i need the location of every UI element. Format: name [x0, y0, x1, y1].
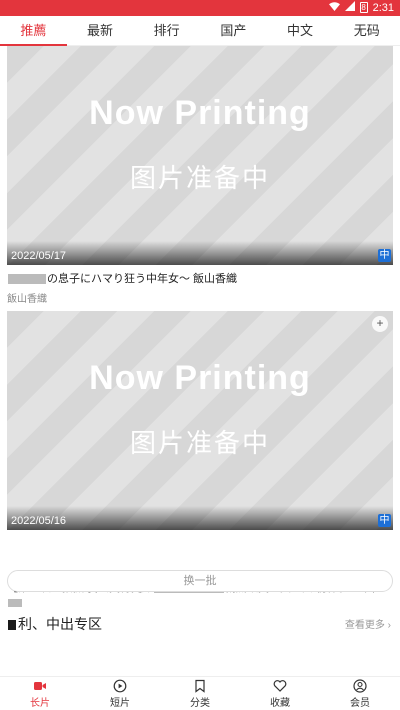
tab-recommended[interactable]: 推薦: [0, 16, 67, 46]
censored-text: [8, 620, 16, 631]
view-more-link[interactable]: 查看更多 ›: [345, 616, 391, 631]
video-thumbnail[interactable]: Now Printing 图片准备中 2022/05/17 中: [7, 46, 393, 265]
video-camera-icon: [34, 681, 46, 690]
censored-text: [8, 274, 46, 285]
nav-label: 分类: [190, 697, 210, 709]
status-time: 2:31: [372, 1, 394, 14]
category-tabs: 推薦 最新 排行 国产 中文 无码: [0, 16, 400, 46]
nav-label: 短片: [110, 697, 130, 709]
heart-icon: [273, 679, 287, 692]
nav-categories[interactable]: 分类: [160, 677, 240, 710]
play-circle-icon: [113, 679, 127, 692]
tab-chinese[interactable]: 中文: [267, 16, 334, 45]
placeholder-title: Now Printing: [89, 94, 311, 132]
tab-ranking[interactable]: 排行: [133, 16, 200, 45]
placeholder-subtitle: 图片准备中: [129, 163, 270, 193]
nav-short-videos[interactable]: 短片: [80, 677, 160, 710]
chinese-subtitle-badge: 中: [378, 249, 391, 262]
nav-membership[interactable]: 会员: [320, 677, 400, 710]
user-icon: [353, 678, 367, 693]
video-thumbnail[interactable]: + Now Printing 图片准备中 2022/05/16 中: [7, 311, 393, 530]
bottom-nav: 长片 短片 分类 收藏 会员: [0, 676, 400, 710]
nav-label: 会员: [350, 697, 370, 709]
censored-text: [8, 599, 22, 607]
placeholder-subtitle: 图片准备中: [129, 428, 270, 458]
video-date: 2022/05/17: [11, 250, 67, 262]
status-bar: 8 2:31: [0, 0, 400, 16]
video-date: 2022/05/16: [11, 515, 67, 527]
video-title[interactable]: の息子にハマり狂う中年女〜 飯山香織: [7, 270, 393, 286]
nav-long-videos[interactable]: 长片: [0, 677, 80, 710]
chinese-subtitle-badge: 中: [378, 514, 391, 527]
section-title: 利、中出专区: [8, 614, 102, 634]
tab-domestic[interactable]: 国产: [200, 16, 267, 45]
wifi-icon: [328, 1, 340, 14]
battery-icon: 8: [359, 2, 368, 13]
signal-icon: [344, 1, 355, 14]
video-actress[interactable]: 飯山香織: [7, 290, 47, 305]
battery-level: 8: [361, 3, 366, 12]
nav-favorites[interactable]: 收藏: [240, 677, 320, 710]
add-icon[interactable]: +: [372, 316, 388, 332]
bookmark-icon: [195, 679, 205, 693]
tab-uncensored[interactable]: 无码: [333, 16, 400, 45]
nav-label: 长片: [30, 697, 50, 709]
tab-latest[interactable]: 最新: [67, 16, 134, 45]
nav-label: 收藏: [270, 697, 290, 709]
refresh-batch-button[interactable]: 换一批: [7, 570, 393, 592]
placeholder-title: Now Printing: [89, 359, 311, 397]
